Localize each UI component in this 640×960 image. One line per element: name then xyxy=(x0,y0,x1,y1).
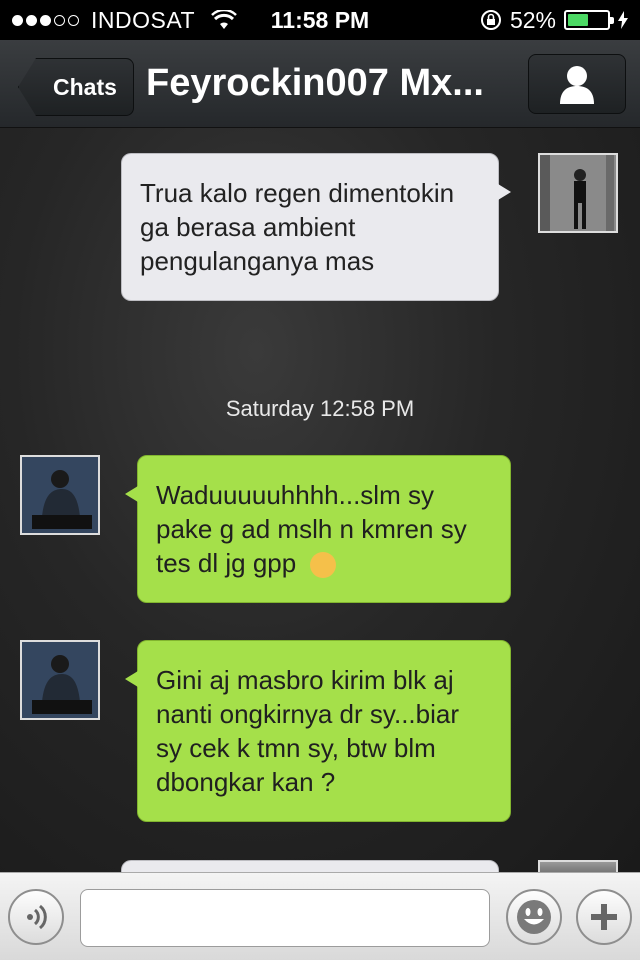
flushed-face-emoji-icon xyxy=(310,552,337,579)
dj-photo-icon xyxy=(22,642,98,718)
incoming-message-bubble[interactable]: Gini aj masbro kirim blk aj nanti ongkir… xyxy=(125,640,511,822)
message-text: Trua kalo regen dimentokin ga berasa amb… xyxy=(140,178,455,276)
carrier-name: INDOSAT xyxy=(91,6,196,33)
outgoing-message-bubble-partial[interactable] xyxy=(121,860,499,872)
battery-percent: 52% xyxy=(509,6,556,33)
outgoing-message-bubble[interactable]: Trua kalo regen dimentokin ga berasa amb… xyxy=(121,153,511,301)
person-photo-icon xyxy=(540,155,616,231)
message-text: Gini aj masbro kirim blk aj nanti ongkir… xyxy=(156,665,459,797)
contact-avatar[interactable] xyxy=(20,640,100,720)
message-timestamp: Saturday 12:58 PM xyxy=(225,396,415,421)
status-right: 52% xyxy=(480,7,628,34)
voice-input-button[interactable] xyxy=(8,889,64,945)
add-attachment-button[interactable] xyxy=(576,889,632,945)
charging-bolt-icon xyxy=(618,11,628,29)
navigation-bar: Chats Feyrockin007 Mx... xyxy=(0,40,640,128)
chat-title: Feyrockin007 Mx... xyxy=(146,62,484,104)
voice-icon xyxy=(27,904,47,930)
status-left: INDOSAT xyxy=(12,7,237,34)
back-button[interactable]: Chats xyxy=(18,58,134,116)
back-button-label: Chats xyxy=(53,73,117,100)
message-input[interactable] xyxy=(80,889,490,947)
signal-strength-icon xyxy=(12,14,79,26)
battery-icon xyxy=(564,10,614,30)
message-input-bar xyxy=(0,872,640,960)
contact-avatar[interactable] xyxy=(20,455,100,535)
my-avatar[interactable] xyxy=(538,153,618,233)
contact-profile-button[interactable] xyxy=(528,54,626,114)
dj-photo-icon xyxy=(22,457,98,533)
wifi-icon xyxy=(211,10,237,29)
emoji-button[interactable] xyxy=(506,889,562,945)
rotation-lock-icon xyxy=(480,10,501,30)
smiley-icon xyxy=(517,900,551,934)
person-icon xyxy=(560,66,594,104)
plus-icon xyxy=(591,904,617,930)
incoming-message-bubble[interactable]: Waduuuuuhhhh...slm sy pake g ad mslh n k… xyxy=(125,455,511,603)
chat-messages-area[interactable]: Trua kalo regen dimentokin ga berasa amb… xyxy=(0,128,640,872)
my-avatar-partial[interactable] xyxy=(538,860,618,872)
status-bar: INDOSAT 11:58 PM 52% xyxy=(0,0,640,40)
battery-fill xyxy=(568,14,588,26)
